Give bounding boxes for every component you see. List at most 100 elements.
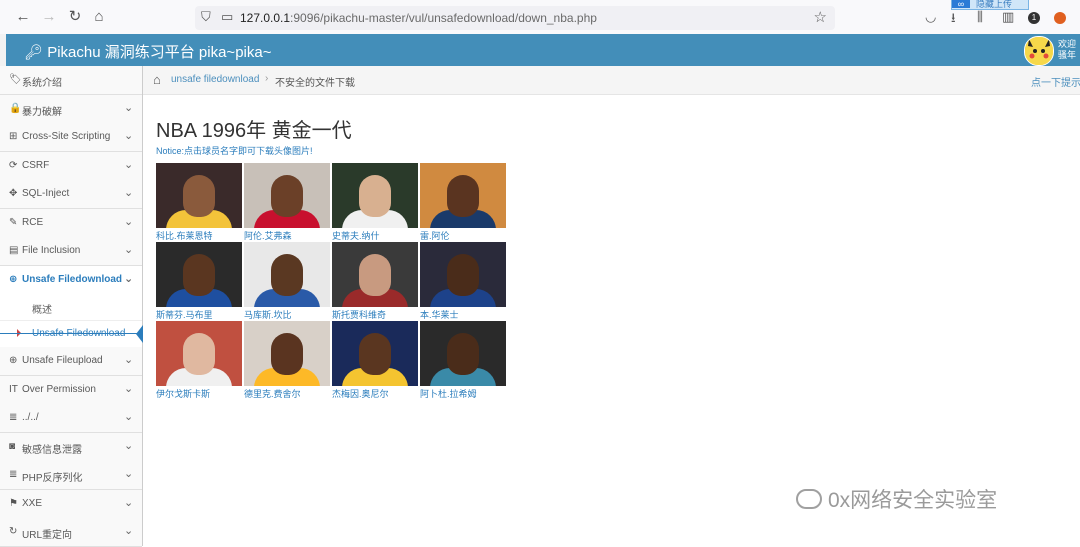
sidebar-item-label: RCE — [22, 216, 44, 228]
page-info-icon[interactable]: ▭ — [221, 9, 233, 25]
player-face — [447, 333, 479, 375]
chevron-down-icon: ⌄ — [124, 215, 134, 228]
page-title: NBA 1996年 黄金一代 — [156, 120, 352, 142]
home-icon[interactable]: ⌂ — [153, 72, 161, 87]
sidebar-item-rce[interactable]: ✎ RCE ⌄ — [0, 208, 142, 238]
player-photo — [156, 163, 242, 228]
lock-icon: 🔒 — [9, 102, 22, 114]
url-text: 127.0.0.1:9096/pikachu-master/vul/unsafe… — [240, 11, 597, 25]
hint-link[interactable]: 点一下提示~ — [1031, 74, 1080, 89]
sidebar-item-label: 系统介绍 — [22, 78, 62, 89]
sidebar-item-php反序列化[interactable]: ≣ PHP反序列化 ⌄ — [0, 461, 142, 490]
chevron-down-icon: ⌄ — [124, 439, 134, 452]
watermark-text: 0x网络安全实验室 — [828, 489, 998, 512]
sidebar-item-label: Unsafe Fileupload — [22, 355, 103, 366]
sidebar-item-url重定向[interactable]: ↻ URL重定向 ⌄ — [0, 518, 142, 547]
chevron-right-icon: › — [265, 73, 269, 84]
sidebar-toggle-icon[interactable]: ▥ — [1002, 9, 1014, 25]
player-download-link[interactable]: 阿卜杜.拉希姆 — [420, 387, 477, 400]
player-download-link[interactable]: 德里克.费舍尔 — [244, 387, 301, 400]
watermark: 0x网络安全实验室 — [796, 484, 997, 514]
player-download-link[interactable]: 伊尔戈斯卡斯 — [156, 387, 210, 400]
back-icon[interactable]: ← — [14, 8, 32, 26]
sitemap-icon: ⊞ — [9, 131, 18, 142]
player-face — [271, 333, 303, 375]
sidebar-item-file-inclusion[interactable]: ▤ File Inclusion ⌄ — [0, 237, 142, 266]
breadcrumb-link[interactable]: unsafe filedownload — [171, 74, 259, 85]
extension-icon[interactable]: 1 — [1028, 12, 1040, 24]
user-greeting[interactable]: 欢迎 骚年 — [1058, 39, 1076, 61]
shield-icon: ⛉ — [201, 9, 211, 24]
sidebar: 🏷 系统介绍 🔒 暴力破解 ⌄ ⊞ Cross-Site Scripting ⌄ ⟳ CSRF ⌄ ✥… — [0, 66, 143, 547]
sidebar-item-xxe[interactable]: ⚑ XXE ⌄ — [0, 489, 142, 519]
player-face — [359, 333, 391, 375]
library-icon[interactable]: ⫼ — [977, 9, 983, 25]
chevron-down-icon: ⌄ — [124, 130, 134, 142]
submenu-item-overview[interactable]: 概述 — [0, 294, 142, 321]
sidebar-item-敏感信息泄露[interactable]: ◙ 敏感信息泄露 ⌄ — [0, 432, 142, 462]
extension-blocker-icon[interactable] — [1054, 12, 1066, 24]
float-upload-bar[interactable]: ∞ 隐藏上传 — [951, 0, 1029, 10]
chevron-down-icon: ⌄ — [124, 244, 134, 256]
sidebar-item-item[interactable]: ≣ ../../ ⌄ — [0, 404, 142, 433]
home-icon[interactable]: ⌂ — [90, 8, 108, 26]
bookmark-star-icon[interactable]: ☆ — [814, 8, 827, 26]
pikachu-avatar-icon — [1025, 37, 1053, 65]
app-title-text: Pikachu 漏洞练习平台 pika~pika~ — [47, 44, 272, 61]
reload-icon[interactable]: ↻ — [66, 8, 84, 26]
pocket-icon[interactable]: ◡ — [925, 9, 936, 25]
sidebar-item-系统介绍[interactable]: 🏷 系统介绍 — [0, 66, 142, 95]
notice-text: Notice:点击球员名字即可下载头像图片! — [156, 146, 313, 156]
player-download-link[interactable]: 史蒂夫.纳什 — [332, 229, 380, 242]
sidebar-item-over-permission[interactable]: IT Over Permission ⌄ — [0, 375, 142, 405]
player-download-link[interactable]: 雷.阿伦 — [420, 229, 450, 242]
player-face — [183, 333, 215, 375]
upload-icon: ⊕ — [9, 355, 18, 366]
sidebar-item-label: 敏感信息泄露 — [22, 444, 82, 456]
player-face — [447, 254, 479, 296]
player-face — [359, 175, 391, 217]
submenu-divider — [0, 333, 142, 334]
player-photo — [244, 321, 330, 386]
sidebar-item-csrf[interactable]: ⟳ CSRF ⌄ — [0, 151, 142, 181]
player-photo — [156, 242, 242, 307]
sidebar-item-cross-site-scripting[interactable]: ⊞ Cross-Site Scripting ⌄ — [0, 123, 142, 152]
player-download-link[interactable]: 斯托贾科维奇 — [332, 308, 386, 321]
forward-icon[interactable]: → — [40, 8, 58, 26]
player-download-link[interactable]: 阿伦.艾弗森 — [244, 229, 292, 242]
chevron-down-icon: ⌄ — [124, 187, 134, 199]
sidebar-item-unsafe-filedownload[interactable]: ⊕ Unsafe Filedownload ⌄ — [0, 265, 142, 295]
player-face — [359, 254, 391, 296]
pencil-icon: ✎ — [9, 216, 18, 228]
text-height-icon: IT — [9, 383, 18, 395]
chevron-down-icon: ⌄ — [124, 101, 134, 114]
player-download-link[interactable]: 马库斯.坎比 — [244, 308, 292, 321]
chevron-down-icon: ⌄ — [124, 354, 134, 366]
sidebar-item-sql-inject[interactable]: ✥ SQL-Inject ⌄ — [0, 180, 142, 209]
key-icon: 🔑︎ — [24, 44, 48, 61]
app-title[interactable]: 🔑︎ Pikachu 漏洞练习平台 pika~pika~ — [24, 41, 271, 62]
player-face — [183, 254, 215, 296]
player-face — [447, 175, 479, 217]
player-download-link[interactable]: 斯蒂芬.马布里 — [156, 308, 213, 321]
download-icon: ⊕ — [9, 273, 18, 285]
player-download-link[interactable]: 科比.布莱恩特 — [156, 229, 213, 242]
username: 骚年 — [1058, 50, 1077, 60]
sidebar-item-label: PHP反序列化 — [22, 473, 83, 484]
chevron-down-icon: ⌄ — [124, 382, 134, 395]
player-download-link[interactable]: 杰梅因.奥尼尔 — [332, 387, 389, 400]
sidebar-item-label: SQL-Inject — [22, 188, 70, 199]
sidebar-item-暴力破解[interactable]: 🔒 暴力破解 ⌄ — [0, 94, 142, 124]
sidebar-item-unsafe-fileupload[interactable]: ⊕ Unsafe Fileupload ⌄ — [0, 347, 142, 376]
greeting-line: 欢迎 — [1058, 39, 1077, 49]
submenu-item-unsafe-filedownload[interactable]: Unsafe Filedownload — [0, 320, 143, 348]
sidebar-item-label: ../../ — [22, 412, 39, 423]
submenu-item-label: 概述 — [32, 305, 52, 316]
player-download-link[interactable]: 本.华莱士 — [420, 308, 459, 321]
wechat-icon — [796, 489, 822, 509]
downloads-icon[interactable]: ⭳ — [951, 9, 956, 31]
address-bar[interactable]: ⛉ ▭ 127.0.0.1:9096/pikachu-master/vul/un… — [195, 6, 835, 30]
avatar[interactable] — [1024, 36, 1054, 66]
chevron-down-icon: ⌄ — [124, 272, 134, 285]
chevron-down-icon: ⌄ — [124, 411, 134, 423]
